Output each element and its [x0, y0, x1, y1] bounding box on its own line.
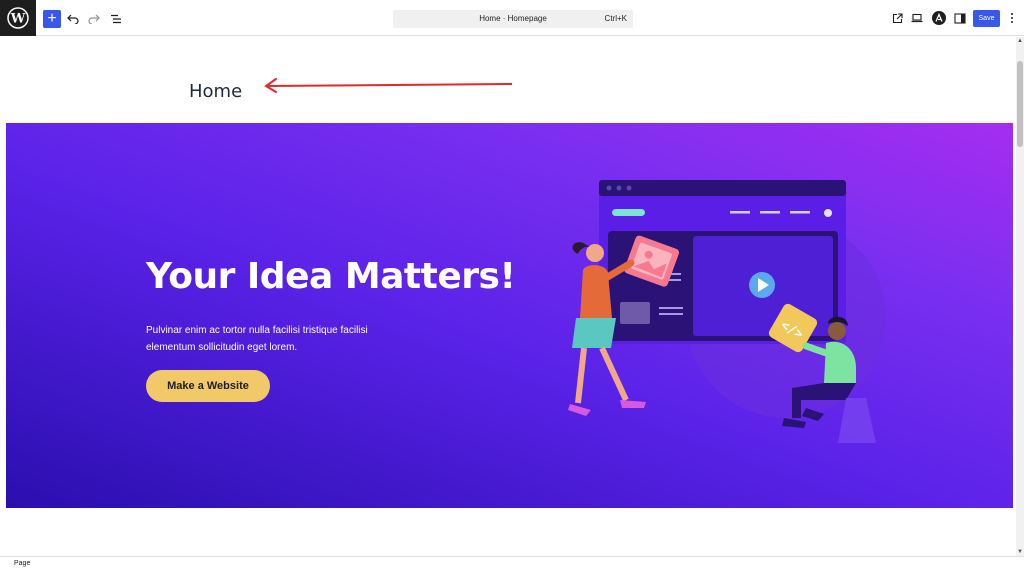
document-title: Home · Homepage — [479, 14, 547, 23]
redo-icon[interactable] — [85, 10, 103, 28]
editor-canvas[interactable]: Home Your Idea Matters! Pulvinar enim ac… — [0, 37, 1016, 556]
command-shortcut: Ctrl+K — [604, 14, 627, 23]
scroll-up-icon[interactable]: ▲ — [1016, 37, 1024, 45]
astra-icon[interactable] — [931, 10, 947, 26]
annotation-arrow-icon — [264, 78, 513, 93]
scrollbar-thumb[interactable] — [1017, 61, 1023, 147]
hero-heading[interactable]: Your Idea Matters! — [146, 256, 516, 297]
undo-icon[interactable] — [64, 10, 82, 28]
make-website-button[interactable]: Make a Website — [146, 370, 270, 402]
page-title[interactable]: Home — [189, 81, 242, 102]
list-view-icon[interactable] — [107, 10, 125, 28]
hero-section[interactable]: Your Idea Matters! Pulvinar enim ac tort… — [6, 123, 1013, 508]
hero-illustration-icon: </> — [568, 180, 886, 443]
hero-text[interactable]: Pulvinar enim ac tortor nulla facilisi t… — [146, 322, 406, 356]
scroll-down-icon[interactable]: ▼ — [1016, 548, 1024, 556]
document-bar[interactable]: Home · Homepage Ctrl+K — [393, 10, 633, 28]
laptop-icon[interactable] — [909, 10, 925, 26]
add-block-button[interactable]: + — [43, 10, 61, 28]
wordpress-logo-icon[interactable]: W — [0, 0, 36, 36]
sidebar-icon[interactable] — [952, 10, 968, 26]
vertical-scrollbar[interactable]: ▲ ▼ — [1016, 37, 1024, 556]
block-breadcrumb[interactable]: Page — [14, 560, 30, 567]
editor-footer: Page — [0, 556, 1024, 569]
more-vertical-icon[interactable] — [1006, 10, 1018, 26]
external-link-icon[interactable] — [889, 10, 905, 26]
save-button[interactable]: Save — [973, 10, 1000, 27]
svg-text:W: W — [10, 12, 26, 27]
editor-toolbar: W + Home · Homepage Ctrl+K Save — [0, 0, 1024, 36]
